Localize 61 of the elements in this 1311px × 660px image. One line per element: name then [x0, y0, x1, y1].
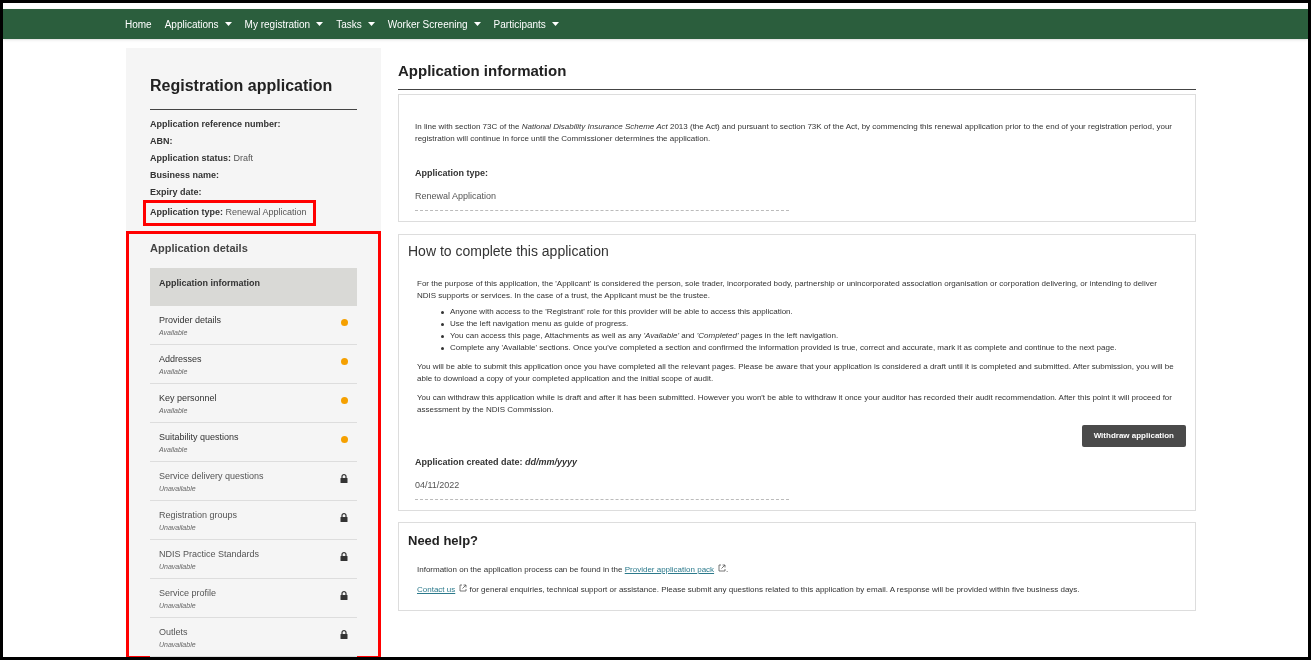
item-label: NDIS Practice Standards — [159, 548, 260, 561]
caret-icon — [551, 22, 559, 26]
item-label: Registration groups — [159, 509, 238, 522]
nav-link[interactable]: Tasks — [336, 16, 375, 32]
bullet-icon — [441, 322, 444, 326]
sidebar-title: Registration application — [150, 74, 357, 110]
info-field: ABN: — [150, 132, 357, 149]
field-value: 04/11/2022 — [415, 479, 789, 500]
nav-link[interactable]: Participants — [493, 16, 559, 32]
info-field: Application status: Draft — [150, 149, 357, 166]
card-heading: Need help? — [408, 531, 480, 550]
item-label: Provider details — [159, 314, 222, 327]
withdraw-button[interactable]: Withdraw application — [1081, 424, 1186, 447]
paragraph-text: You will be able to submit this application once you have completed all the relevant pages. Please be aware that your application is considered a draft until it is completed and submitted. After submission, you will be able to download a copy of your completed application and the initial scope of audit. — [417, 360, 1175, 385]
info-field: Expiry date: — [150, 183, 357, 200]
help-link[interactable]: Contact us — [417, 585, 456, 594]
list-item-text: Anyone with access to the 'Registrant' role for this provider will be able to access this application. — [450, 305, 793, 318]
item-label: Key personnel — [159, 392, 217, 405]
nav-link[interactable]: Worker Screening — [387, 16, 481, 32]
help-link[interactable]: Provider application pack — [624, 565, 715, 574]
caret-icon — [224, 22, 232, 26]
nav-link[interactable]: Home — [125, 16, 152, 32]
lock-icon — [340, 591, 348, 600]
bullet-icon — [441, 346, 444, 350]
item-label: Outlets — [159, 626, 189, 639]
paragraph-text: You can withdraw this application while is draft and after it has been submitted. However you won't be able to withdraw it once your auditor has recorded their audit recommendation. After this point it will proceed for assessment by the NDIS Commission. — [417, 391, 1173, 416]
intro-text: In line with section 73C of the National Disability Insurance Scheme Act 2013 (the Act) and pursuant to section 73K of the Act, by commencing this renewal application prior to the end of your registration period, your registration will continue in force until the Commissioner determines the application. — [415, 120, 1174, 145]
lock-icon — [340, 474, 348, 483]
caret-icon — [473, 22, 481, 26]
sidebar-nav-item[interactable]: Application information — [150, 268, 357, 306]
page-title: Application information — [398, 48, 1196, 90]
help-text: Information on the application process can be found in the Provider application pack . — [417, 564, 730, 576]
card-heading: How to complete this application — [408, 241, 610, 261]
field-value: Renewal Application — [415, 190, 789, 211]
item-label: Service profile — [159, 587, 217, 600]
list-item-text: You can access this page, Attachments as well as any 'Available' and 'Completed' pages in the left navigation. — [450, 329, 839, 342]
caret-icon — [367, 22, 375, 26]
lock-icon — [340, 552, 348, 561]
caret-icon — [316, 22, 324, 26]
nav-link[interactable]: Applications — [164, 16, 232, 32]
highlighted-field: Application type: Renewal Application — [143, 200, 316, 226]
external-link-icon — [718, 564, 727, 572]
item-label: Service delivery questions — [159, 470, 264, 483]
item-label: Suitability questions — [159, 431, 239, 444]
list-item-text: Complete any 'Available' sections. Once you've completed a section and confirmed the information provided is true, correct and accurate, mark it as complete and continue to the next page. — [450, 341, 1117, 354]
external-link-icon — [459, 584, 468, 592]
field-label: Application type: — [415, 166, 489, 180]
paragraph-text: For the purpose of this application, the 'Applicant' is considered the person, sole trader, incorporated body, partnership or unincorporated association organisation or corporation delivering, or intending to deliver NDIS supports or services. In the case of a trust, the Applicant must be the trustee. — [417, 277, 1158, 302]
help-text: Contact us for general enquiries, technical support or assistance. Please submit any questions related to this application by email. A response will be provided within five business days. — [417, 584, 1081, 596]
lock-icon — [340, 513, 348, 522]
section-heading: Application details — [150, 240, 249, 256]
item-label: Addresses — [159, 353, 202, 366]
bullet-icon — [441, 334, 444, 338]
field-label: Application created date: dd/mm/yyyy — [415, 455, 579, 469]
info-field: Application reference number: — [150, 115, 357, 132]
list-item-text: Use the left navigation menu as guide of progress. — [450, 317, 629, 330]
bullet-icon — [441, 310, 444, 314]
lock-icon — [340, 630, 348, 639]
info-field: Business name: — [150, 166, 357, 183]
item-label: Application information — [159, 277, 260, 290]
nav-link[interactable]: My registration — [244, 16, 324, 32]
